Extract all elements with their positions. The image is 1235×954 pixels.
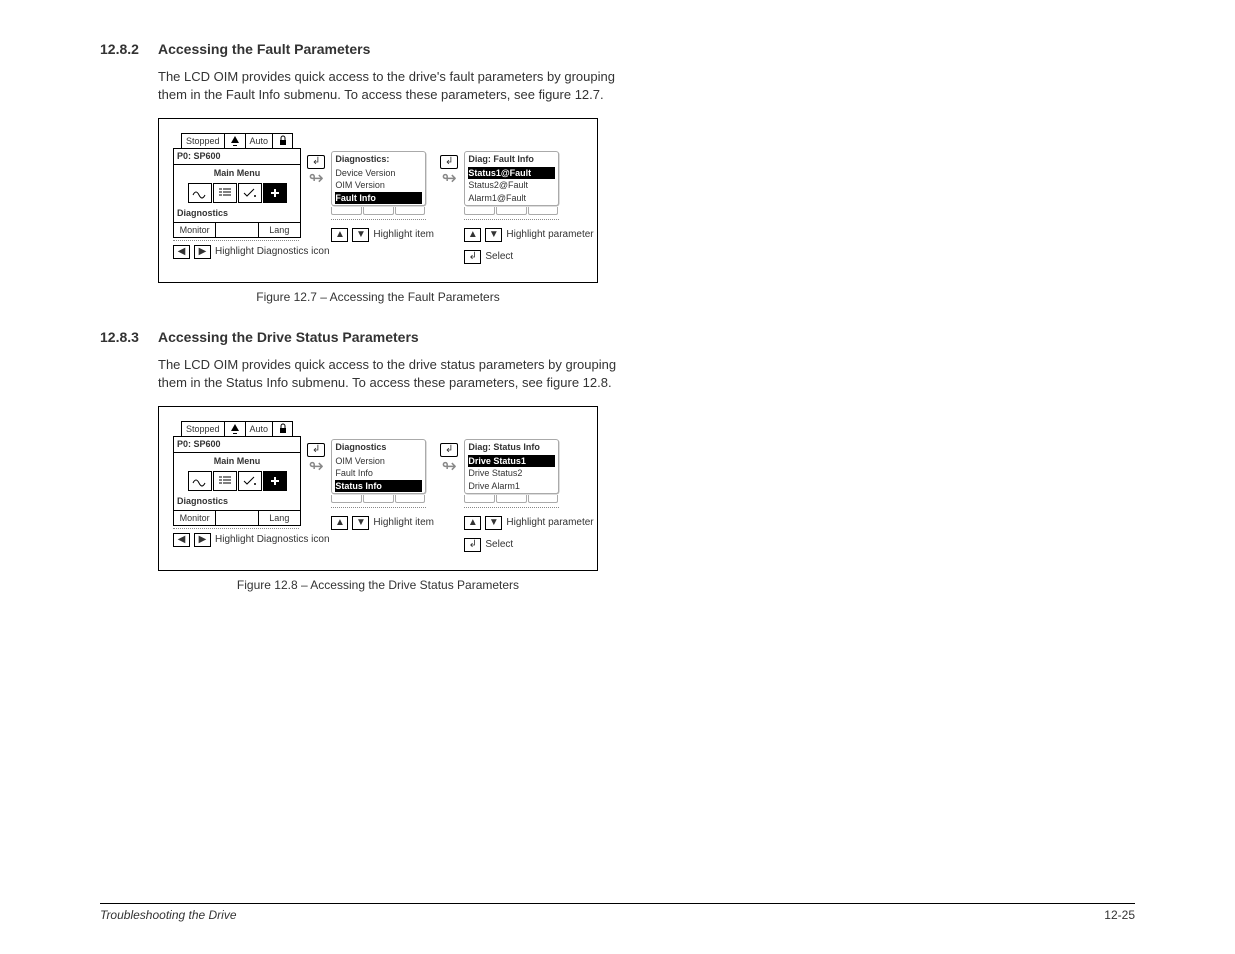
left-key-icon: ◀ xyxy=(173,533,190,547)
fault-info-panel: Diag: Fault Info Status1@Fault Status2@F… xyxy=(464,133,593,264)
arrow-connector: ↲ ↬ xyxy=(440,443,458,473)
main-menu-label: Main Menu xyxy=(174,453,300,472)
status-auto: Auto xyxy=(246,421,274,437)
panel2-row: Fault Info xyxy=(335,467,422,480)
panel3-row-highlight: Status1@Fault xyxy=(468,167,555,180)
softkey-empty xyxy=(216,511,258,526)
figure-12-8: Stopped Auto P0: SP600 Main Menu xyxy=(158,406,598,571)
legend-highlight-item: Highlight item xyxy=(373,516,434,530)
up-key-icon: ▲ xyxy=(331,228,348,242)
panel3-title: Diag: Fault Info xyxy=(468,153,555,167)
diagnostics-label: Diagnostics xyxy=(174,494,300,510)
down-key-icon: ▼ xyxy=(352,228,369,242)
right-key-icon: ▶ xyxy=(194,245,211,259)
section-number: 12.8.3 xyxy=(100,328,148,348)
oim-screen: Stopped Auto P0: SP600 Main Menu xyxy=(173,421,301,547)
diagnostics-label: Diagnostics xyxy=(174,206,300,222)
curved-arrow-icon: ↬ xyxy=(309,459,324,473)
alarm-icon xyxy=(225,422,246,436)
legend-highlight-param: Highlight parameter xyxy=(506,228,593,242)
up-key-icon: ▲ xyxy=(464,228,481,242)
panel3-row: Drive Status2 xyxy=(468,467,555,480)
panel2-title: Diagnostics: xyxy=(335,153,422,167)
figure-12-7: Stopped Auto P0: SP600 Main Menu xyxy=(158,118,598,283)
legend-select: Select xyxy=(485,538,513,552)
panel3-title: Diag: Status Info xyxy=(468,441,555,455)
legend-highlight-diag: Highlight Diagnostics icon xyxy=(215,245,330,259)
list-icon xyxy=(213,471,237,491)
p0-label: P0: SP600 xyxy=(174,149,300,165)
enter-key-icon: ↲ xyxy=(464,538,481,552)
arrow-connector: ↲ ↬ xyxy=(307,155,325,185)
lock-icon xyxy=(273,422,293,436)
softkey-lang: Lang xyxy=(259,223,300,238)
diagnostics-panel: Diagnostics: Device Version OIM Version … xyxy=(331,133,434,242)
arrow-connector: ↲ ↬ xyxy=(307,443,325,473)
status-stopped: Stopped xyxy=(182,421,225,437)
check-icon xyxy=(238,183,262,203)
page-footer: Troubleshooting the Drive 12-25 xyxy=(100,903,1135,924)
curved-arrow-icon: ↬ xyxy=(309,171,324,185)
enter-key-icon: ↲ xyxy=(440,443,458,457)
softkey-monitor: Monitor xyxy=(174,511,216,526)
plus-icon xyxy=(263,471,287,491)
section-body: The LCD OIM provides quick access to the… xyxy=(158,68,618,104)
enter-key-icon: ↲ xyxy=(307,443,325,457)
wave-icon xyxy=(188,183,212,203)
enter-key-icon: ↲ xyxy=(464,250,481,264)
enter-key-icon: ↲ xyxy=(307,155,325,169)
wave-icon xyxy=(188,471,212,491)
panel2-row-highlight: Status Info xyxy=(335,480,422,493)
panel2-row: OIM Version xyxy=(335,455,422,468)
section-title: Accessing the Drive Status Parameters xyxy=(158,328,419,348)
panel3-row: Alarm1@Fault xyxy=(468,192,555,205)
down-key-icon: ▼ xyxy=(352,516,369,530)
lock-icon xyxy=(273,134,293,148)
enter-key-icon: ↲ xyxy=(440,155,458,169)
arrow-connector: ↲ ↬ xyxy=(440,155,458,185)
check-icon xyxy=(238,471,262,491)
list-icon xyxy=(213,183,237,203)
status-info-panel: Diag: Status Info Drive Status1 Drive St… xyxy=(464,421,593,552)
panel2-row: Device Version xyxy=(335,167,422,180)
legend-select: Select xyxy=(485,250,513,264)
down-key-icon: ▼ xyxy=(485,516,502,530)
section-number: 12.8.2 xyxy=(100,40,148,60)
panel2-title: Diagnostics xyxy=(335,441,422,455)
status-stopped: Stopped xyxy=(182,133,225,149)
figure-caption: Figure 12.8 – Accessing the Drive Status… xyxy=(158,577,598,594)
curved-arrow-icon: ↬ xyxy=(442,171,457,185)
diagnostics-panel: Diagnostics OIM Version Fault Info Statu… xyxy=(331,421,434,530)
curved-arrow-icon: ↬ xyxy=(442,459,457,473)
oim-screen: Stopped Auto P0: SP600 Main Menu xyxy=(173,133,301,259)
p0-label: P0: SP600 xyxy=(174,437,300,453)
footer-page: 12-25 xyxy=(1104,907,1135,924)
softkey-monitor: Monitor xyxy=(174,223,216,238)
status-auto: Auto xyxy=(246,133,274,149)
softkey-empty xyxy=(216,223,258,238)
main-menu-label: Main Menu xyxy=(174,165,300,184)
plus-icon xyxy=(263,183,287,203)
legend-highlight-item: Highlight item xyxy=(373,228,434,242)
panel2-row: OIM Version xyxy=(335,179,422,192)
up-key-icon: ▲ xyxy=(331,516,348,530)
up-key-icon: ▲ xyxy=(464,516,481,530)
right-key-icon: ▶ xyxy=(194,533,211,547)
section-body: The LCD OIM provides quick access to the… xyxy=(158,356,618,392)
left-key-icon: ◀ xyxy=(173,245,190,259)
figure-caption: Figure 12.7 – Accessing the Fault Parame… xyxy=(158,289,598,306)
section-title: Accessing the Fault Parameters xyxy=(158,40,370,60)
panel3-row: Status2@Fault xyxy=(468,179,555,192)
footer-title: Troubleshooting the Drive xyxy=(100,907,237,924)
legend-highlight-param: Highlight parameter xyxy=(506,516,593,530)
panel2-row-highlight: Fault Info xyxy=(335,192,422,205)
legend-highlight-diag: Highlight Diagnostics icon xyxy=(215,533,330,547)
panel3-row-highlight: Drive Status1 xyxy=(468,455,555,468)
panel3-row: Drive Alarm1 xyxy=(468,480,555,493)
down-key-icon: ▼ xyxy=(485,228,502,242)
softkey-lang: Lang xyxy=(259,511,300,526)
alarm-icon xyxy=(225,134,246,148)
